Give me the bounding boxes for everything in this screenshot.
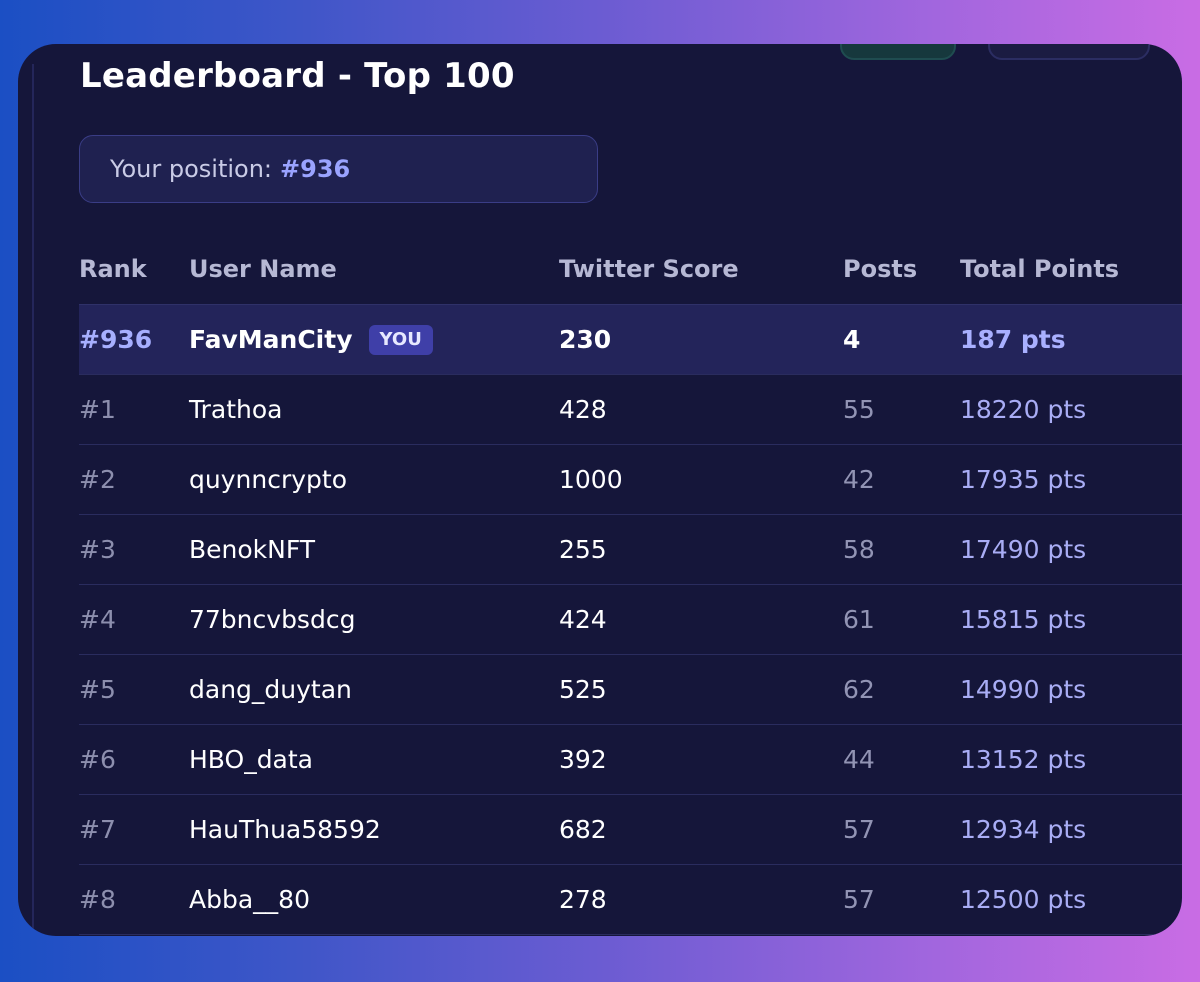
- table-row[interactable]: #4 77bncvbsdcg 424 61 15815 pts: [79, 585, 1182, 655]
- cell-twitter-score: 278: [559, 885, 607, 914]
- table-row[interactable]: #6 HBO_data 392 44 13152 pts: [79, 725, 1182, 795]
- cell-total-points: 187 pts: [960, 325, 1066, 354]
- cell-twitter-score: 424: [559, 605, 607, 634]
- cell-posts: 4: [843, 325, 861, 354]
- cell-posts: 58: [843, 535, 875, 564]
- cell-rank: #1: [79, 395, 116, 424]
- cell-total-points: 17935 pts: [960, 465, 1087, 494]
- position-value: #936: [280, 155, 351, 183]
- cell-posts: 42: [843, 465, 875, 494]
- cell-user-name: dang_duytan: [189, 675, 352, 704]
- top-action-button[interactable]: [988, 44, 1150, 60]
- header-twitter-score[interactable]: Twitter Score: [559, 255, 843, 283]
- cell-posts: 55: [843, 395, 875, 424]
- table-row[interactable]: #1 Trathoa 428 55 18220 pts: [79, 375, 1182, 445]
- cell-user-name: Trathoa: [189, 395, 283, 424]
- header-posts[interactable]: Posts: [843, 255, 960, 283]
- cell-total-points: 12934 pts: [960, 815, 1087, 844]
- leaderboard-table: Rank User Name Twitter Score Posts Total…: [79, 234, 1182, 935]
- cell-user-name: 77bncvbsdcg: [189, 605, 356, 634]
- cell-posts: 61: [843, 605, 875, 634]
- cell-rank: #936: [79, 325, 153, 354]
- table-row[interactable]: #7 HauThua58592 682 57 12934 pts: [79, 795, 1182, 865]
- cell-twitter-score: 682: [559, 815, 607, 844]
- table-row[interactable]: #3 BenokNFT 255 58 17490 pts: [79, 515, 1182, 585]
- header-rank[interactable]: Rank: [79, 255, 189, 283]
- cell-user-name: HauThua58592: [189, 815, 381, 844]
- cell-total-points: 13152 pts: [960, 745, 1087, 774]
- table-row[interactable]: #2 quynncrypto 1000 42 17935 pts: [79, 445, 1182, 515]
- you-badge: YOU: [368, 324, 433, 355]
- cell-user-name: BenokNFT: [189, 535, 316, 564]
- table-header: Rank User Name Twitter Score Posts Total…: [79, 234, 1182, 305]
- cell-rank: #5: [79, 675, 116, 704]
- table-row[interactable]: #8 Abba__80 278 57 12500 pts: [79, 865, 1182, 935]
- leaderboard-card: Leaderboard - Top 100 Your position: #93…: [18, 44, 1182, 936]
- cell-posts: 62: [843, 675, 875, 704]
- cell-rank: #2: [79, 465, 116, 494]
- cell-user-name: FavManCity YOU: [189, 324, 559, 355]
- table-body: #1 Trathoa 428 55 18220 pts #2 quynncryp…: [79, 375, 1182, 935]
- cell-user-name: Abba__80: [189, 885, 310, 914]
- page-title: Leaderboard - Top 100: [80, 56, 515, 96]
- cell-rank: #6: [79, 745, 116, 774]
- cell-posts: 44: [843, 745, 875, 774]
- header-user-name[interactable]: User Name: [189, 255, 559, 283]
- cell-user-name: HBO_data: [189, 745, 313, 774]
- cell-twitter-score: 255: [559, 535, 607, 564]
- table-row[interactable]: #5 dang_duytan 525 62 14990 pts: [79, 655, 1182, 725]
- cell-twitter-score: 1000: [559, 465, 623, 494]
- cell-rank: #8: [79, 885, 116, 914]
- cell-twitter-score: 392: [559, 745, 607, 774]
- cell-total-points: 15815 pts: [960, 605, 1087, 634]
- cell-total-points: 18220 pts: [960, 395, 1087, 424]
- cell-posts: 57: [843, 815, 875, 844]
- cell-twitter-score: 525: [559, 675, 607, 704]
- cell-posts: 57: [843, 885, 875, 914]
- cell-twitter-score: 230: [559, 325, 612, 354]
- cell-rank: #7: [79, 815, 116, 844]
- your-position-box: Your position: #936: [79, 135, 598, 203]
- cell-twitter-score: 428: [559, 395, 607, 424]
- cell-total-points: 14990 pts: [960, 675, 1087, 704]
- header-total-points[interactable]: Total Points: [960, 255, 1182, 283]
- cell-rank: #4: [79, 605, 116, 634]
- cell-user-name: quynncrypto: [189, 465, 347, 494]
- cell-rank: #3: [79, 535, 116, 564]
- position-label: Your position:: [110, 155, 273, 183]
- card-divider: [32, 64, 34, 936]
- top-tab-button[interactable]: [840, 44, 956, 60]
- cell-total-points: 17490 pts: [960, 535, 1087, 564]
- cell-total-points: 12500 pts: [960, 885, 1087, 914]
- user-name: FavManCity: [189, 325, 353, 354]
- current-user-row[interactable]: #936 FavManCity YOU 230 4 187 pts: [79, 305, 1182, 375]
